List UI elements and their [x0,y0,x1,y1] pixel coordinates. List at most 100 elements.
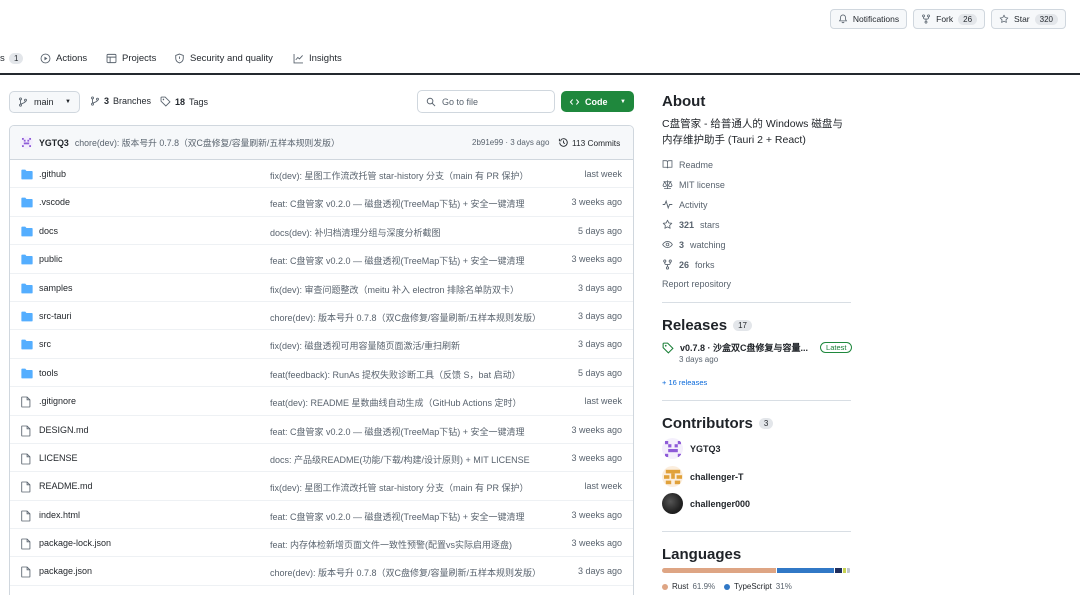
file-commit-message[interactable]: fix(dev): 星图工作流改托管 star-history 分支（main … [270,169,545,182]
contributor-item[interactable]: challenger000 [662,493,750,514]
nav-divider [0,73,1080,75]
contributor-item[interactable]: challenger-T [662,466,744,487]
table-row[interactable]: src fix(dev): 磁盘透视可用容量随页面激活/重扫刷新 3 days ag… [10,330,633,359]
go-to-file-input[interactable]: Go to file [417,90,555,113]
fork-button[interactable]: Fork 26 [913,9,986,29]
file-commit-message[interactable]: feat: 内存体检新增页面文件一致性预警(配置vs实际启用逐盘) [270,538,545,551]
contributors-title: Contributors [662,415,753,432]
branches-link[interactable]: 3 Branches [90,96,151,106]
identicon-icon [663,469,682,484]
commit-author[interactable]: YGTQ3 [39,138,69,148]
releases-heading[interactable]: Releases 17 [662,317,852,334]
table-row[interactable]: .vscode feat: C盘管家 v0.2.0 — 磁盘透视(TreeMap下… [10,188,633,217]
language-name: Rust [672,582,689,591]
file-name[interactable]: LICENSE [39,453,78,463]
file-name[interactable]: README.md [39,481,93,491]
file-commit-message[interactable]: chore(dev): 版本号升 0.7.8（双C盘修复/容量刷新/五样本规则发… [270,311,545,324]
readme-link[interactable]: Readme [662,159,713,170]
avatar[interactable] [20,136,33,149]
branch-selector[interactable]: main ▼ [9,91,80,113]
activity-link[interactable]: Activity [662,199,708,210]
file-commit-message[interactable]: fix(dev): 磁盘透视可用容量随页面激活/重扫刷新 [270,339,545,352]
table-row[interactable]: samples fix(dev): 审查问题整改（meitu 补入 electro… [10,274,633,302]
file-commit-message[interactable]: feat(feedback): RunAs 提权失败诊断工具（反馈 S，bat … [270,368,545,381]
commit-sha-date[interactable]: 2b91e99 · 3 days ago [472,138,549,147]
file-name[interactable]: docs [39,226,58,236]
tab-insights[interactable]: Insights [293,53,342,64]
table-row[interactable]: package.json chore(dev): 版本号升 0.7.8（双C盘修复… [10,557,633,586]
tag-icon [160,96,171,107]
contributor-item[interactable]: YGTQ3 [662,438,721,459]
file-commit-date: 5 days ago [577,367,622,378]
table-row[interactable]: public feat: C盘管家 v0.2.0 — 磁盘透视(TreeMap下钻… [10,245,633,274]
file-name[interactable]: DESIGN.md [39,425,89,435]
watching-link[interactable]: 3 watching [662,239,726,250]
tab-actions[interactable]: Actions [40,53,87,64]
file-commit-message[interactable]: fix(dev): 审查问题整改（meitu 补入 electron 排除名单防… [270,283,545,296]
file-icon [21,510,33,522]
graph-icon [293,53,303,63]
file-commit-message[interactable]: feat: C盘管家 v0.2.0 — 磁盘透视(TreeMap下钻) + 安全… [270,510,545,523]
license-link[interactable]: MIT license [662,179,725,190]
latest-release[interactable]: v0.7.8 · 沙盒双C盘修复与容量... Latest [662,341,853,354]
table-row[interactable]: index.html feat: C盘管家 v0.2.0 — 磁盘透视(TreeM… [10,501,633,530]
table-row[interactable]: .github fix(dev): 星图工作流改托管 star-history 分… [10,160,633,189]
file-commit-date: 3 weeks ago [571,509,622,520]
star-button[interactable]: Star 320 [991,9,1066,29]
file-commit-message[interactable]: docs(dev): 补归档清理分组与深度分析截图 [270,226,545,239]
language-segment [662,568,776,573]
file-name[interactable]: package-lock.json [39,538,111,548]
file-commit-message[interactable]: feat(dev): README 星数曲线自动生成（GitHub Action… [270,396,545,409]
table-row[interactable]: DESIGN.md feat: C盘管家 v0.2.0 — 磁盘透视(TreeMa… [10,416,633,444]
file-name[interactable]: src-tauri [39,311,72,321]
watching-count: 3 [679,239,685,250]
file-name[interactable]: public [39,254,63,264]
language-item-typescript[interactable]: TypeScript 31% [724,582,792,591]
file-commit-message[interactable]: fix(dev): 星图工作流改托管 star-history 分支（main … [270,481,545,494]
file-commit-message[interactable]: chore(dev): 版本号升 0.7.8（双C盘修复/容量刷新/五样本规则发… [270,566,545,579]
tab-security[interactable]: Security and quality [174,53,273,64]
table-row[interactable]: README.md fix(dev): 星图工作流改托管 star-history… [10,472,633,501]
code-button[interactable]: Code ▼ [561,91,634,112]
file-commit-message[interactable]: docs: 产品级README(功能/下载/构建/设计原则) + MIT LIC… [270,453,545,466]
file-name[interactable]: samples [39,283,73,293]
commits-link[interactable]: 113 Commits [558,137,620,148]
contributors-heading[interactable]: Contributors 3 [662,415,852,432]
sidebar-divider [662,531,851,532]
file-name[interactable]: src [39,339,51,349]
file-name[interactable]: .gitignore [39,396,76,406]
branch-icon [19,97,27,107]
table-row[interactable]: .gitignore feat(dev): README 星数曲线自动生成（Git… [10,387,633,416]
file-name[interactable]: tools [39,368,58,378]
tags-link[interactable]: 18 Tags [160,96,208,107]
language-item-rust[interactable]: Rust 61.9% [662,582,715,591]
forks-link[interactable]: 26 forks [662,259,715,270]
tab-security-label: Security and quality [190,52,273,64]
file-name[interactable]: index.html [39,510,80,520]
tab-projects[interactable]: Projects [106,53,156,64]
stars-link[interactable]: 321 stars [662,219,720,230]
language-bar[interactable] [662,568,851,573]
folder-icon [21,368,33,379]
table-row[interactable]: src-tauri chore(dev): 版本号升 0.7.8（双C盘修复/容量… [10,302,633,331]
commit-message[interactable]: chore(dev): 版本号升 0.7.8（双C盘修复/容量刷新/五样本规则发… [75,136,340,149]
tab-pull-requests-partial[interactable]: s [0,53,5,64]
about-heading: About [662,93,706,110]
file-name[interactable]: package.json [39,566,92,576]
file-commit-message[interactable]: feat: C盘管家 v0.2.0 — 磁盘透视(TreeMap下钻) + 安全… [270,254,545,267]
repo-nav: s 1 Actions Projects Security and qualit… [0,48,1080,68]
file-name[interactable]: .github [39,169,66,179]
contributor-name: YGTQ3 [690,443,721,454]
table-row[interactable]: tools feat(feedback): RunAs 提权失败诊断工具（反馈 S… [10,359,633,388]
branches-label: Branches [113,96,152,106]
table-row[interactable]: docs docs(dev): 补归档清理分组与深度分析截图 5 days ago [10,217,633,246]
file-commit-message[interactable]: feat: C盘管家 v0.2.0 — 磁盘透视(TreeMap下钻) + 安全… [270,425,545,438]
language-name: TypeScript [734,582,772,591]
file-name[interactable]: .vscode [39,197,70,207]
table-row[interactable]: LICENSE docs: 产品级README(功能/下载/构建/设计原则) + … [10,444,633,473]
file-commit-message[interactable]: feat: C盘管家 v0.2.0 — 磁盘透视(TreeMap下钻) + 安全… [270,197,545,210]
table-row[interactable]: package-lock.json feat: 内存体检新增页面文件一致性预警(配… [10,529,633,558]
report-repository-link[interactable]: Report repository [662,279,731,289]
more-releases-link[interactable]: + 16 releases [662,378,707,387]
notifications-button[interactable]: Notifications [829,9,908,29]
